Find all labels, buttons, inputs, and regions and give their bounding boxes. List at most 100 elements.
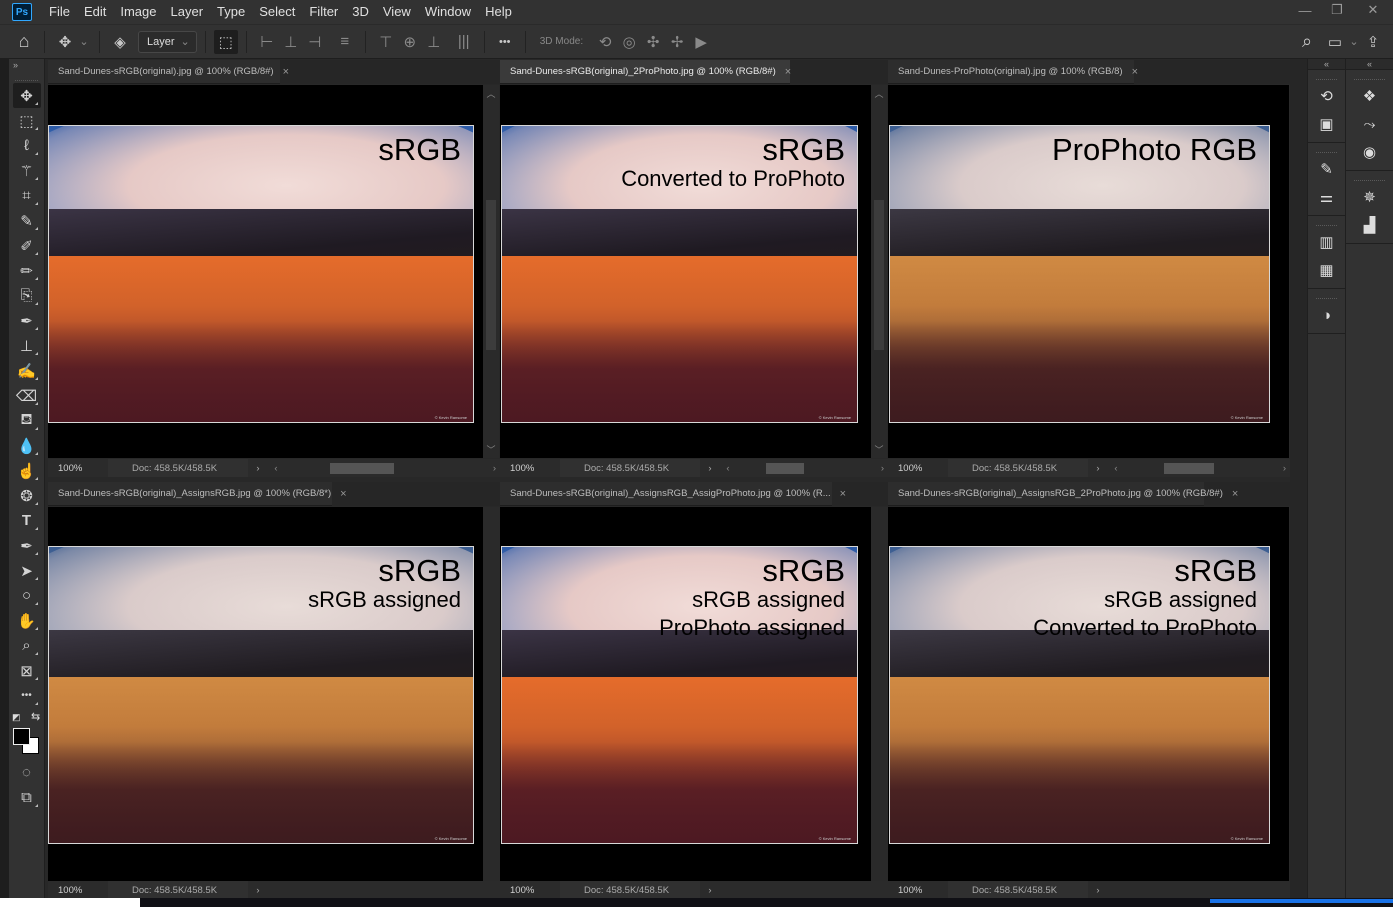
screen-mode-icon[interactable]: ⧉ <box>13 785 41 810</box>
pen-tool-icon[interactable]: ✒ <box>13 533 41 558</box>
scrollbar-thumb[interactable] <box>874 200 884 350</box>
close-icon[interactable]: × <box>283 66 289 78</box>
zoom-level[interactable]: 100% <box>500 885 560 896</box>
menu-image[interactable]: Image <box>113 0 163 24</box>
status-menu-arrow[interactable]: › <box>248 885 268 896</box>
adjust-brush-icon[interactable]: ⚌ <box>1308 183 1345 211</box>
layers-icon[interactable]: ❖ <box>1346 82 1393 110</box>
close-icon[interactable]: × <box>1132 66 1138 78</box>
status-menu-arrow[interactable]: › <box>1088 463 1108 474</box>
move-tool-icon[interactable]: ✥ <box>12 83 41 108</box>
restore-button[interactable]: ❐ <box>1321 0 1353 20</box>
scroll-left-icon[interactable]: ‹ <box>268 463 284 474</box>
auto-select-target-dropdown[interactable]: Layer ⌄ <box>138 30 197 53</box>
align-bottom-icon[interactable]: ⊥ <box>422 30 446 54</box>
horizontal-scrollbar[interactable]: ‹ › <box>268 459 500 477</box>
scroll-up-icon[interactable]: ︿ <box>871 87 887 100</box>
smudge-tool-icon[interactable]: ☝ <box>13 458 41 483</box>
panel-group-grip[interactable] <box>1316 74 1337 80</box>
lasso-tool-icon[interactable]: ℓ <box>13 133 41 158</box>
auto-select-icon[interactable]: ◈ <box>108 30 132 54</box>
3d-camera-icon[interactable]: ▶ <box>689 30 713 54</box>
more-options-icon[interactable]: ••• <box>493 30 517 54</box>
quick-mask-icon[interactable]: ◌ <box>13 760 41 785</box>
document-canvas[interactable]: © Kevin Ransome ProPhoto RGB <box>888 85 1289 458</box>
patterns-icon[interactable]: ▦ <box>1308 256 1345 284</box>
scrollbar-thumb[interactable] <box>330 463 394 474</box>
scroll-left-icon[interactable]: ‹ <box>720 463 736 474</box>
horizontal-scrollbar[interactable]: ‹ › <box>1108 459 1290 477</box>
stamp-tool-icon[interactable]: ⊥ <box>13 333 41 358</box>
menu-file[interactable]: File <box>42 0 77 24</box>
history-icon[interactable]: ⟲ <box>1308 82 1345 110</box>
menu-layer[interactable]: Layer <box>164 0 211 24</box>
menu-type[interactable]: Type <box>210 0 252 24</box>
blur-tool-icon[interactable]: 💧 <box>13 433 41 458</box>
align-top-icon[interactable]: ⊤ <box>374 30 398 54</box>
vertical-scrollbar[interactable]: ︿﹀ <box>871 85 887 458</box>
scroll-left-icon[interactable]: ‹ <box>1108 463 1124 474</box>
panel-group-grip[interactable] <box>1316 147 1337 153</box>
zoom-level[interactable]: 100% <box>888 463 948 474</box>
distribute-horizontal-icon[interactable]: ||| <box>452 30 476 54</box>
scroll-down-icon[interactable]: ﹀ <box>871 443 887 456</box>
document-tab[interactable]: Sand-Dunes-sRGB(original).jpg @ 100% (RG… <box>48 60 289 84</box>
type-tool-icon[interactable]: T <box>13 508 41 533</box>
adjustments-icon[interactable]: ◑ <box>1308 301 1345 329</box>
marquee-tool-icon[interactable]: ⬚ <box>13 108 41 133</box>
healing-brush-tool-icon[interactable]: ✐ <box>13 233 41 258</box>
menu-filter[interactable]: Filter <box>302 0 345 24</box>
close-icon[interactable]: × <box>340 488 346 500</box>
status-menu-arrow[interactable]: › <box>1088 885 1108 896</box>
3d-roll-icon[interactable]: ◎ <box>617 30 641 54</box>
scroll-right-icon[interactable]: › <box>1283 463 1286 474</box>
panel-group-grip[interactable] <box>1354 74 1385 80</box>
home-icon[interactable]: ⌂ <box>12 30 36 54</box>
scrollbar-thumb[interactable] <box>1164 463 1214 474</box>
document-canvas[interactable]: © Kevin Ransome sRGB sRGB assigned <box>48 507 483 881</box>
panel-group-grip[interactable] <box>1354 175 1385 181</box>
mixer-brush-tool-icon[interactable]: ✍ <box>13 358 41 383</box>
align-horizontal-center-icon[interactable]: ⊥ <box>279 30 303 54</box>
3d-pan-icon[interactable]: ✣ <box>641 30 665 54</box>
minimize-button[interactable]: — <box>1289 0 1321 20</box>
swap-colors-icon[interactable]: ⇆ <box>31 710 40 723</box>
menu-help[interactable]: Help <box>478 0 519 24</box>
document-tab[interactable]: Sand-Dunes-sRGB(original)_2ProPhoto.jpg … <box>500 60 791 84</box>
default-colors-icon[interactable]: ◩ <box>12 712 21 723</box>
properties-icon[interactable]: ▣ <box>1308 110 1345 138</box>
sponge-tool-icon[interactable]: ❂ <box>13 483 41 508</box>
chevron-down-icon[interactable]: ⌄ <box>1347 30 1361 54</box>
vertical-scrollbar[interactable]: ︿﹀ <box>483 85 499 458</box>
close-icon[interactable]: × <box>840 488 846 500</box>
menu-window[interactable]: Window <box>418 0 478 24</box>
scroll-right-icon[interactable]: › <box>493 463 496 474</box>
scrollbar-thumb[interactable] <box>766 463 804 474</box>
close-icon[interactable]: × <box>785 66 791 78</box>
brush-settings-icon[interactable]: ✎ <box>1308 155 1345 183</box>
workspace-icon[interactable]: ▭ <box>1323 30 1347 54</box>
distribute-vertical-icon[interactable]: ≡ <box>333 30 357 54</box>
align-right-icon[interactable]: ⊣ <box>303 30 327 54</box>
foreground-color-swatch[interactable] <box>13 728 30 745</box>
document-tab[interactable]: Sand-Dunes-ProPhoto(original).jpg @ 100%… <box>888 60 1138 84</box>
menu-edit[interactable]: Edit <box>77 0 113 24</box>
eyedropper-tool-icon[interactable]: ✎ <box>13 208 41 233</box>
zoom-level[interactable]: 100% <box>48 885 108 896</box>
path-selection-tool-icon[interactable]: ➤ <box>13 558 41 583</box>
3d-slide-icon[interactable]: ✢ <box>665 30 689 54</box>
crop-tool-icon[interactable]: ⌗ <box>13 183 41 208</box>
menu-3d[interactable]: 3D <box>345 0 376 24</box>
share-icon[interactable]: ⇪ <box>1361 30 1385 54</box>
navigator-icon[interactable]: ✵ <box>1346 183 1393 211</box>
scroll-up-icon[interactable]: ︿ <box>483 87 499 100</box>
move-tool-icon[interactable]: ✥ <box>53 30 77 54</box>
eraser-tool-icon[interactable]: ⌫ <box>13 383 41 408</box>
channels-icon[interactable]: ◉ <box>1346 138 1393 166</box>
panel-group-grip[interactable] <box>1316 220 1337 226</box>
status-menu-arrow[interactable]: › <box>248 463 268 474</box>
magic-wand-tool-icon[interactable]: ⚚ <box>13 158 41 183</box>
collapse-panels-icon[interactable]: « <box>1346 59 1393 70</box>
edit-toolbar-icon[interactable]: ••• <box>13 683 41 708</box>
toolbar-grip[interactable] <box>15 73 38 81</box>
